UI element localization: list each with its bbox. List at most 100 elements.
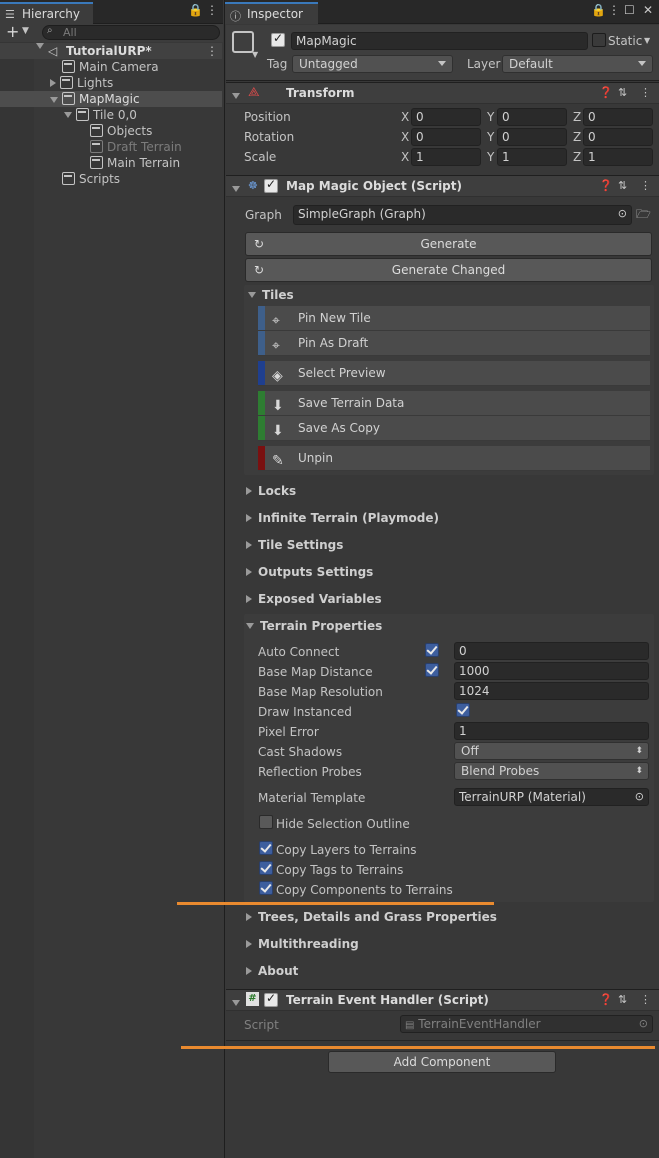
object-name-field[interactable]: MapMagic <box>291 32 588 50</box>
multithreading-foldout[interactable]: Multithreading <box>246 936 359 952</box>
folder-icon[interactable]: 🗁 <box>636 205 651 226</box>
kebab-menu-icon[interactable]: ⋮ <box>640 179 651 192</box>
axis-y-label[interactable]: Y <box>487 109 494 125</box>
kebab-menu-icon[interactable]: ⋮ <box>206 3 222 17</box>
search-input[interactable]: ⌕ All <box>42 25 220 40</box>
help-icon[interactable]: ❓ <box>599 993 613 1006</box>
axis-z-label[interactable]: Z <box>573 149 581 165</box>
axis-x-label[interactable]: X <box>401 129 409 145</box>
trees-details-grass-foldout[interactable]: Trees, Details and Grass Properties <box>246 909 497 925</box>
material-template-field[interactable]: TerrainURP (Material) ⊙ <box>454 788 649 806</box>
kebab-menu-icon[interactable]: ⋮ <box>206 43 218 59</box>
axis-y-label[interactable]: Y <box>487 149 494 165</box>
tree-row-main-terrain[interactable]: Main Terrain <box>90 155 180 171</box>
axis-z-label[interactable]: Z <box>573 109 581 125</box>
static-label[interactable]: Static <box>608 33 642 49</box>
exposed-variables-foldout[interactable]: Exposed Variables <box>246 591 382 607</box>
infinite-terrain-foldout[interactable]: Infinite Terrain (Playmode) <box>246 510 439 526</box>
terrain-properties-foldout[interactable]: Terrain Properties <box>246 618 382 634</box>
preset-icon[interactable]: ⇅ <box>618 993 627 1006</box>
base-map-distance-field[interactable]: 1000 <box>454 662 649 680</box>
help-icon[interactable]: ❓ <box>599 86 613 99</box>
tree-row-main-camera[interactable]: Main Camera <box>62 59 159 75</box>
position-z-field[interactable]: 0 <box>583 108 653 126</box>
copy-layers-label[interactable]: Copy Layers to Terrains <box>276 842 417 858</box>
axis-x-label[interactable]: X <box>401 109 409 125</box>
tree-row-scripts[interactable]: Scripts <box>62 171 120 187</box>
add-component-button[interactable]: Add Component <box>328 1051 556 1073</box>
preset-icon[interactable]: ⇅ <box>618 179 627 192</box>
chevron-down-icon[interactable]: ▼ <box>252 50 258 59</box>
layer-dropdown[interactable]: Default <box>502 55 653 73</box>
scale-y-field[interactable]: 1 <box>497 148 567 166</box>
add-icon[interactable]: + <box>6 22 19 41</box>
base-map-distance-checkbox[interactable] <box>425 663 439 677</box>
unpin-button[interactable]: ✎ Unpin <box>258 446 650 471</box>
save-terrain-data-button[interactable]: ⬇ Save Terrain Data <box>258 391 650 416</box>
generate-button[interactable]: ↻ Generate <box>245 232 652 256</box>
pin-new-tile-button[interactable]: ⌖ Pin New Tile <box>258 306 650 331</box>
tag-dropdown[interactable]: Untagged <box>292 55 453 73</box>
active-checkbox[interactable]: ✓ <box>271 31 285 47</box>
tree-row-tile[interactable]: Tile 0,0 <box>64 107 137 123</box>
component-enabled-checkbox[interactable]: ✓ <box>264 177 278 193</box>
reflection-probes-dropdown[interactable]: Blend Probes ⬍ <box>454 762 649 780</box>
tab-inspector[interactable]: ⓘ Inspector <box>225 2 318 24</box>
axis-y-label[interactable]: Y <box>487 129 494 145</box>
rotation-x-field[interactable]: 0 <box>411 128 481 146</box>
expand-arrow-icon[interactable] <box>232 186 240 192</box>
expand-arrow-icon[interactable] <box>232 1000 240 1006</box>
outputs-settings-foldout[interactable]: Outputs Settings <box>246 564 373 580</box>
pixel-error-field[interactable]: 1 <box>454 722 649 740</box>
position-y-field[interactable]: 0 <box>497 108 567 126</box>
expand-arrow-icon[interactable] <box>232 93 240 99</box>
tile-settings-foldout[interactable]: Tile Settings <box>246 537 343 553</box>
tree-row-mapmagic[interactable]: MapMagic <box>0 91 222 107</box>
auto-connect-checkbox[interactable] <box>425 643 439 657</box>
mapmagic-header[interactable]: ☸ ✓ Map Magic Object (Script) ❓ ⇅ ⋮ <box>226 175 659 197</box>
scale-x-field[interactable]: 1 <box>411 148 481 166</box>
object-cube-icon[interactable] <box>232 31 254 53</box>
tree-row-objects[interactable]: Objects <box>90 123 152 139</box>
chevron-down-icon[interactable]: ▼ <box>22 26 29 36</box>
rotation-y-field[interactable]: 0 <box>497 128 567 146</box>
expand-arrow-icon[interactable] <box>50 97 58 103</box>
expand-arrow-icon[interactable] <box>36 43 44 49</box>
copy-components-label[interactable]: Copy Components to Terrains <box>276 882 453 898</box>
preset-icon[interactable]: ⇅ <box>618 86 627 99</box>
tree-row-draft-terrain[interactable]: Draft Terrain <box>90 139 182 155</box>
kebab-menu-icon[interactable]: ⋮ <box>640 993 651 1006</box>
scale-z-field[interactable]: 1 <box>583 148 653 166</box>
help-icon[interactable]: ❓ <box>599 179 613 192</box>
position-x-field[interactable]: 0 <box>411 108 481 126</box>
chevron-down-icon[interactable]: ▼ <box>644 36 650 45</box>
component-enabled-checkbox[interactable]: ✓ <box>264 991 278 1007</box>
expand-arrow-icon[interactable] <box>64 112 72 118</box>
graph-field[interactable]: SimpleGraph (Graph) ⊙ <box>293 205 632 225</box>
hide-selection-outline-checkbox[interactable] <box>259 815 273 829</box>
pin-as-draft-button[interactable]: ⌖ Pin As Draft <box>258 331 650 356</box>
locks-foldout[interactable]: Locks <box>246 483 296 499</box>
hide-selection-outline-label[interactable]: Hide Selection Outline <box>276 816 410 832</box>
draw-instanced-checkbox[interactable] <box>456 703 470 717</box>
transform-header[interactable]: ⟁ Transform ❓ ⇅ ⋮ <box>226 82 659 104</box>
copy-tags-label[interactable]: Copy Tags to Terrains <box>276 862 403 878</box>
base-map-resolution-field[interactable]: 1024 <box>454 682 649 700</box>
axis-z-label[interactable]: Z <box>573 129 581 145</box>
collapsed-arrow-icon[interactable] <box>50 79 56 87</box>
close-icon[interactable]: ✕ <box>643 3 657 17</box>
lock-icon[interactable]: 🔒 <box>188 3 207 17</box>
kebab-menu-icon[interactable]: ⋮ <box>608 3 624 17</box>
cast-shadows-dropdown[interactable]: Off ⬍ <box>454 742 649 760</box>
object-picker-icon[interactable]: ⊙ <box>618 207 627 221</box>
copy-components-checkbox[interactable] <box>259 881 273 895</box>
save-as-copy-button[interactable]: ⬇ Save As Copy <box>258 416 650 441</box>
event-handler-header[interactable]: # ✓ Terrain Event Handler (Script) ❓ ⇅ ⋮ <box>226 989 659 1011</box>
kebab-menu-icon[interactable]: ⋮ <box>640 86 651 99</box>
axis-x-label[interactable]: X <box>401 149 409 165</box>
object-picker-icon[interactable]: ⊙ <box>635 790 644 804</box>
about-foldout[interactable]: About <box>246 963 298 979</box>
copy-layers-checkbox[interactable] <box>259 841 273 855</box>
maximize-icon[interactable]: ☐ <box>624 3 639 17</box>
select-preview-button[interactable]: ◈ Select Preview <box>258 361 650 386</box>
